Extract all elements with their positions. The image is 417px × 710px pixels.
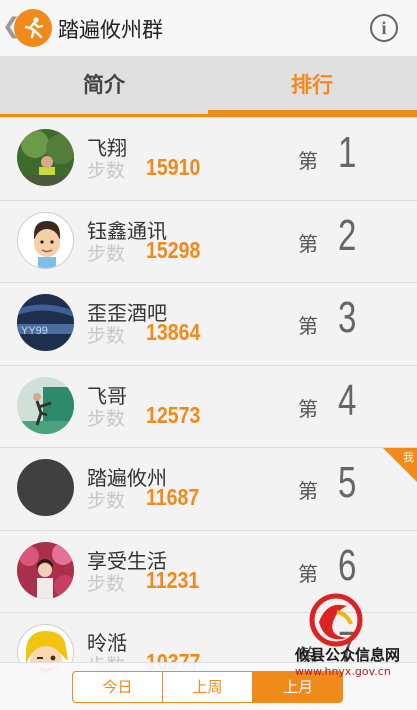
site-watermark: 攸县公众信息网 www.hnyx.gov.cn [295,592,417,692]
tab-bar: 简介 排行 [0,57,417,118]
steps-value: 11687 [146,484,200,510]
info-icon[interactable]: i [370,14,398,42]
rank-prefix: 第 [298,231,318,256]
list-item[interactable]: 钰鑫通讯 步数 15298 第 2 [0,200,417,283]
steps-label: 步数 [87,160,126,182]
me-badge-label: 我 [403,451,414,464]
steps-label: 步数 [87,490,126,512]
rank-prefix: 第 [298,561,318,586]
avatar [17,541,74,599]
steps-label: 步数 [87,407,126,430]
site-logo-icon [309,593,363,647]
steps-value: 15910 [146,154,201,180]
list-item-current-user[interactable]: 踏遍攸州 步数 11687 第 5 我 [0,448,417,531]
rank-number: 2 [338,210,357,260]
tab-bar-divider [0,114,417,117]
rank-number: 5 [338,458,357,507]
avatar: YY99 [17,294,74,351]
steps-value: 12573 [146,401,201,428]
steps-label: 步数 [87,242,126,265]
watermark-site-name: 攸县公众信息网 [295,646,401,664]
avatar [17,211,74,269]
period-today-button[interactable]: 今日 [73,672,163,702]
rank-prefix: 第 [298,396,318,421]
avatar [17,129,74,186]
period-last-week-button[interactable]: 上周 [163,672,253,702]
rank-number: 1 [338,128,357,177]
rank-prefix: 第 [298,149,318,173]
rank-number: 6 [338,540,357,590]
list-item[interactable]: 飞哥 步数 12573 第 4 [0,365,417,448]
rank-prefix: 第 [298,479,318,503]
avatar [17,459,74,516]
steps-label: 步数 [87,572,126,595]
rank-number: 3 [338,293,357,342]
steps-value: 11231 [146,566,200,593]
svg-text:YY99: YY99 [21,325,48,337]
rank-prefix: 第 [298,314,318,338]
watermark-url: www.hnyx.gov.cn [295,665,391,678]
list-item[interactable]: YY99 歪歪酒吧 步数 13864 第 3 [0,283,417,366]
running-man-icon [14,9,52,47]
tab-intro[interactable]: 简介 [0,57,208,114]
avatar [17,376,74,434]
steps-value: 15298 [146,236,201,263]
app-header: ❮ 踏遍攸州群 i [0,0,417,57]
tab-ranking[interactable]: 排行 [208,57,416,114]
list-item[interactable]: 飞翔 步数 15910 第 1 [0,118,417,201]
rank-number: 4 [338,375,357,425]
page-title: 踏遍攸州群 [58,18,163,42]
steps-label: 步数 [87,325,126,347]
steps-value: 13864 [146,319,201,345]
